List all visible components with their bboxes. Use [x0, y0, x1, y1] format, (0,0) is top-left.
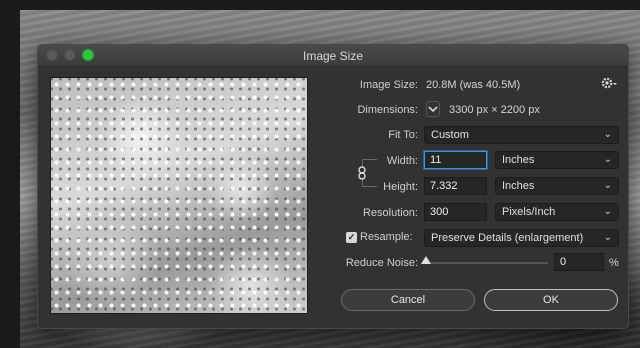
chevron-down-icon: ⌄: [603, 154, 612, 165]
gear-icon[interactable]: [600, 75, 618, 91]
resolution-unit-select[interactable]: Pixels/Inch ⌄: [495, 203, 619, 221]
resample-checkbox[interactable]: ✓: [346, 232, 357, 243]
resample-method-value: Preserve Details (enlargement): [431, 232, 584, 244]
reduce-noise-label: Reduce Noise:: [345, 257, 418, 269]
dialog-titlebar: Image Size: [38, 45, 628, 67]
dimensions-chevron-button[interactable]: [426, 101, 440, 117]
width-unit-select[interactable]: Inches ⌄: [495, 151, 619, 169]
reduce-noise-slider-track[interactable]: [424, 262, 548, 264]
image-size-value: 20.8M (was 40.5M): [426, 79, 521, 91]
width-label: Width:: [386, 155, 418, 167]
dialog-title: Image Size: [302, 49, 364, 63]
width-input[interactable]: 11: [424, 151, 487, 169]
height-label: Height:: [383, 181, 418, 193]
image-size-label: Image Size:: [359, 79, 418, 91]
chevron-down-icon: ⌄: [603, 232, 612, 243]
resolution-input[interactable]: 300: [424, 203, 487, 221]
resolution-label: Resolution:: [362, 207, 418, 219]
width-unit-value: Inches: [502, 154, 535, 166]
height-input[interactable]: 7.332: [424, 177, 487, 195]
image-size-dialog: Image Size Image Size: 20.8M (was 40.5M)…: [37, 44, 629, 329]
fit-to-label: Fit To:: [388, 129, 418, 141]
chevron-down-icon: ⌄: [603, 129, 612, 140]
resample-label: Resample:: [360, 231, 413, 243]
fit-to-select[interactable]: Custom ⌄: [424, 126, 619, 144]
chevron-down-icon: [428, 106, 438, 113]
dimensions-label: Dimensions:: [357, 104, 418, 116]
fit-to-value: Custom: [431, 129, 469, 141]
chevron-down-icon: ⌄: [603, 206, 612, 217]
chain-link-icon[interactable]: [356, 166, 368, 180]
reduce-noise-slider-thumb[interactable]: [421, 256, 431, 264]
resolution-unit-value: Pixels/Inch: [502, 206, 556, 218]
image-preview[interactable]: [50, 77, 308, 314]
reduce-noise-unit: %: [609, 257, 619, 269]
ok-button[interactable]: OK: [484, 289, 618, 311]
resample-method-select[interactable]: Preserve Details (enlargement) ⌄: [424, 229, 619, 247]
reduce-noise-input[interactable]: 0: [554, 253, 604, 271]
cancel-button[interactable]: Cancel: [341, 289, 475, 311]
chevron-down-icon: ⌄: [603, 180, 612, 191]
height-unit-value: Inches: [502, 180, 535, 192]
dimensions-value: 3300 px × 2200 px: [449, 104, 540, 116]
height-unit-select[interactable]: Inches ⌄: [495, 177, 619, 195]
